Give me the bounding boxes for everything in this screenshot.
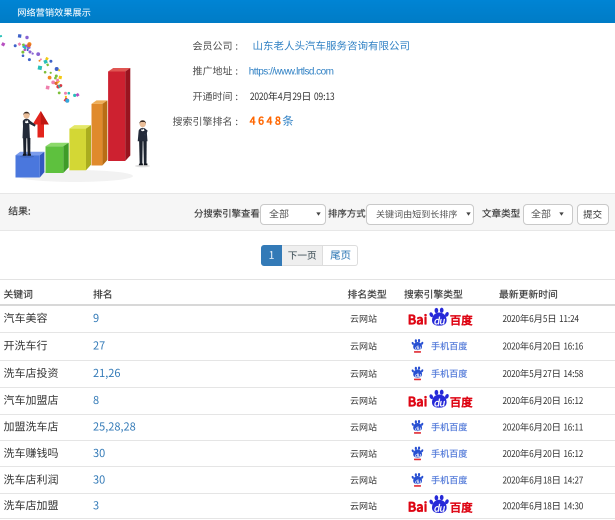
svg-text:https://www.lrtlsd.com: https://www.lrtlsd.com bbox=[249, 66, 334, 77]
